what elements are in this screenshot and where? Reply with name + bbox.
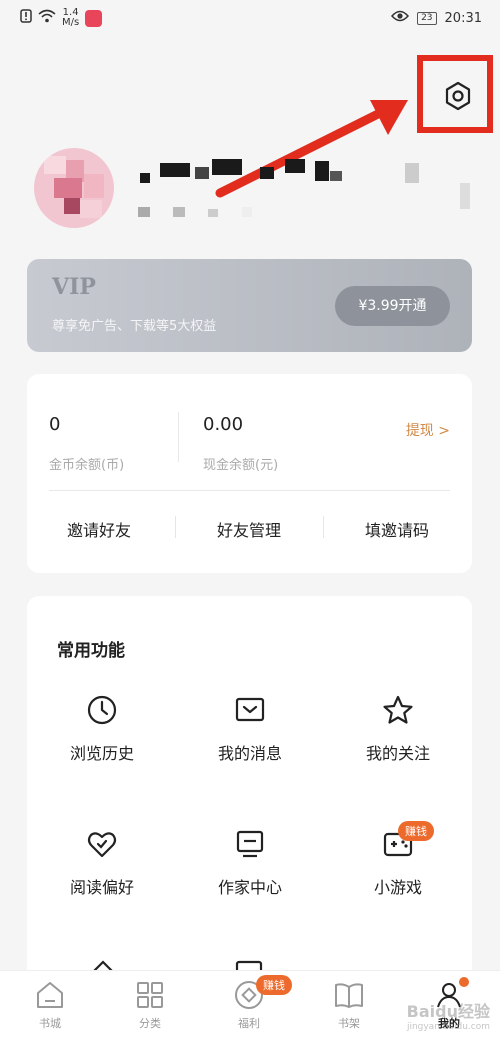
notification-dot [459,977,469,987]
invite-friends-button[interactable]: 邀请好友 [29,517,169,541]
wifi-icon [38,9,56,27]
cash-label: 现金余额(元) [203,458,279,473]
tab-bookshelf[interactable]: 书架 [319,979,379,1031]
clock-time: 20:31 [444,10,482,26]
vip-description: 尊享免广告、下载等5大权益 [52,319,217,334]
book-icon [335,983,363,1008]
battery-icon: 23 [417,11,437,25]
vip-subscribe-button[interactable]: ¥3.99开通 [335,286,450,326]
feature-label: 浏览历史 [69,744,134,763]
divider [178,412,179,462]
app-notification-icon [85,9,103,27]
tab-label: 书架 [338,1017,360,1030]
feature-author-center[interactable]: 作家中心 [185,828,315,898]
withdraw-link[interactable]: 提现 > [406,420,450,440]
feature-label: 阅读偏好 [69,878,134,897]
cash-value: 0.00 [203,414,244,435]
feature-mini-games[interactable]: 小游戏 [333,828,463,898]
feature-label: 作家中心 [217,878,282,897]
divider [175,516,176,538]
wallet-card: 0 金币余额(币) 0.00 现金余额(元) 提现 > 邀请好友 好友管理 填邀… [27,374,472,573]
eye-icon [391,10,410,26]
speed-unit: M/s [62,17,80,28]
feature-label: 小游戏 [373,878,422,897]
tab-categories[interactable]: 分类 [120,979,180,1031]
earn-badge: 赚钱 [398,821,434,841]
vip-title: VIP [52,274,96,300]
tab-bookstore[interactable]: 书城 [20,979,80,1031]
section-title: 常用功能 [57,641,125,661]
grid-icon [137,982,163,1008]
settings-icon[interactable] [442,80,474,112]
feature-my-follows[interactable]: 我的关注 [333,694,463,764]
tab-label: 福利 [238,1017,260,1030]
feature-my-messages[interactable]: 我的消息 [185,694,315,764]
common-features-card: 常用功能 浏览历史 我的消息 我的关注 阅读偏好 作家中心 小游戏 赚钱 [27,596,472,996]
home-icon [37,982,63,1008]
network-speed: 1.4 M/s [62,8,79,28]
divider [323,516,324,538]
heart-icon [87,832,117,858]
feature-label: 我的关注 [365,744,430,763]
feature-reading-preference[interactable]: 阅读偏好 [37,828,167,898]
earn-badge: 赚钱 [256,975,292,995]
vip-banner[interactable]: VIP 尊享免广告、下载等5大权益 ¥3.99开通 [27,259,472,352]
coins-label: 金币余额(币) [49,458,125,473]
alert-icon [20,9,32,27]
divider [49,490,450,491]
avatar[interactable] [34,148,114,228]
status-bar: 1.4 M/s 23 20:31 [0,0,500,40]
feature-browse-history[interactable]: 浏览历史 [37,694,167,764]
star-icon [383,695,413,724]
tab-label: 书城 [39,1017,61,1030]
feature-label: 我的消息 [217,744,282,763]
enter-invite-code-button[interactable]: 填邀请码 [327,517,467,541]
manage-friends-button[interactable]: 好友管理 [179,517,319,541]
user-profile[interactable] [30,145,480,235]
monitor-icon [236,830,264,858]
message-icon [235,697,265,722]
coins-value: 0 [49,414,61,435]
tab-label: 分类 [139,1017,161,1030]
clock-icon [87,695,117,725]
watermark: Baidu经验 jingyan.baidu.com [407,998,490,1032]
watermark-sub: jingyan.baidu.com [406,1022,490,1032]
watermark-text: Baidu经验 [406,1002,490,1021]
